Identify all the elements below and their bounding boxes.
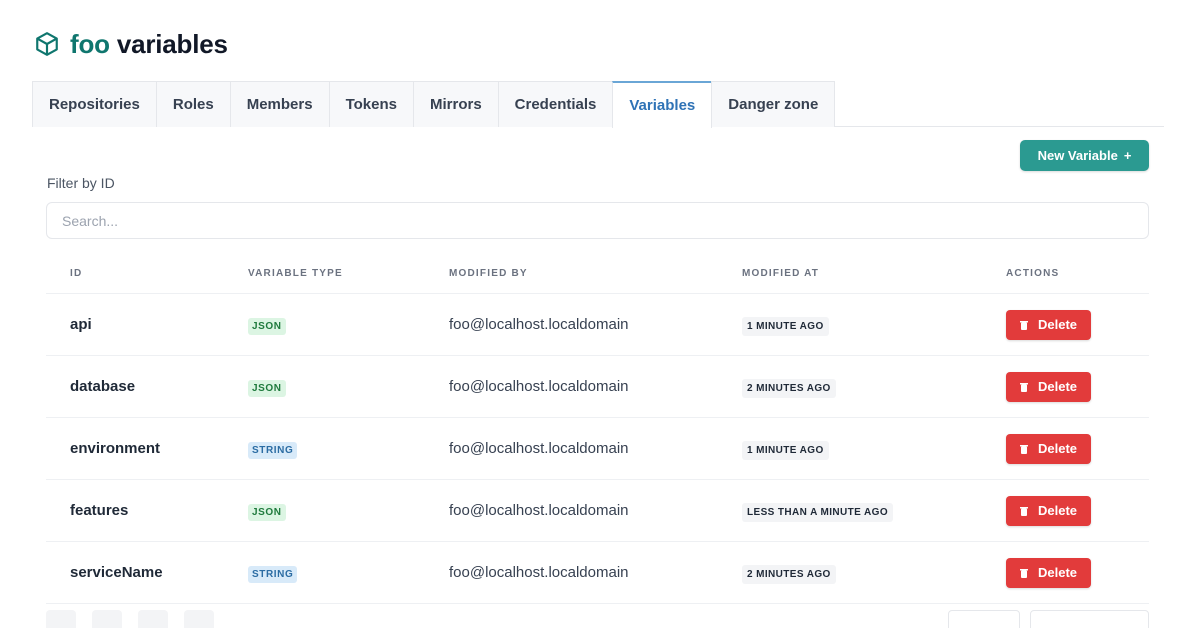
tab-repositories[interactable]: Repositories — [32, 81, 157, 127]
delete-button[interactable]: Delete — [1006, 433, 1091, 464]
page-title-text: variables — [116, 28, 228, 59]
type-badge: STRING — [248, 441, 298, 459]
delete-button[interactable]: Delete — [1006, 557, 1091, 588]
delete-label: Delete — [1037, 503, 1078, 518]
delete-label: Delete — [1037, 317, 1078, 332]
filter-label: Filter by ID — [47, 175, 115, 191]
modified-by: foo@localhost.localdomain — [449, 564, 629, 581]
variables-table: ID VARIABLE TYPE MODIFIED BY MODIFIED AT… — [46, 254, 1149, 604]
variable-id[interactable]: environment — [70, 440, 160, 457]
next-page-button[interactable] — [138, 610, 168, 628]
trash-icon — [1019, 320, 1028, 330]
trash-icon — [1019, 568, 1028, 578]
new-variable-button[interactable]: New Variable + — [1020, 140, 1149, 171]
show-button[interactable] — [1030, 610, 1149, 628]
variable-id[interactable]: database — [70, 378, 135, 395]
modified-at-badge: 2 MINUTES AGO — [742, 378, 836, 398]
table-row: environment STRING foo@localhost.localdo… — [46, 418, 1149, 480]
tab-credentials[interactable]: Credentials — [497, 81, 614, 127]
page-title: foo variables — [70, 29, 228, 60]
modified-at-badge: LESS THAN A MINUTE AGO — [742, 502, 894, 522]
prev-page-button[interactable] — [92, 610, 122, 628]
delete-button[interactable]: Delete — [1006, 309, 1091, 340]
column-header-type[interactable]: VARIABLE TYPE — [248, 268, 343, 279]
page-size-select[interactable] — [948, 610, 1020, 628]
delete-button[interactable]: Delete — [1006, 495, 1091, 526]
table-row: database JSON foo@localhost.localdomain … — [46, 356, 1149, 418]
trash-icon — [1019, 506, 1028, 516]
table-row: serviceName STRING foo@localhost.localdo… — [46, 542, 1149, 604]
table-header: ID VARIABLE TYPE MODIFIED BY MODIFIED AT… — [46, 254, 1149, 294]
search-input[interactable] — [46, 202, 1149, 239]
org-name[interactable]: foo — [70, 29, 110, 59]
column-header-id[interactable]: ID — [70, 268, 82, 279]
variable-id[interactable]: features — [70, 502, 128, 519]
modified-by: foo@localhost.localdomain — [449, 378, 629, 395]
variable-id[interactable]: serviceName — [70, 564, 163, 581]
type-badge: JSON — [248, 503, 286, 521]
variable-id[interactable]: api — [70, 316, 92, 333]
type-badge: JSON — [248, 379, 286, 397]
type-badge: JSON — [248, 317, 286, 335]
column-header-modified-at[interactable]: MODIFIED AT — [742, 268, 819, 279]
table-row: features JSON foo@localhost.localdomain … — [46, 480, 1149, 542]
tab-roles[interactable]: Roles — [155, 81, 231, 127]
modified-by: foo@localhost.localdomain — [449, 440, 629, 457]
type-badge: STRING — [248, 565, 298, 583]
delete-label: Delete — [1037, 565, 1078, 580]
plus-icon: + — [1123, 148, 1132, 163]
table-row: api JSON foo@localhost.localdomain 1 MIN… — [46, 294, 1149, 356]
trash-icon — [1019, 444, 1028, 454]
delete-button[interactable]: Delete — [1006, 371, 1091, 402]
cube-icon — [36, 32, 58, 56]
tab-members[interactable]: Members — [229, 81, 330, 127]
tab-variables[interactable]: Variables — [612, 81, 713, 128]
modified-at-badge: 2 MINUTES AGO — [742, 564, 836, 584]
pagination-footer — [46, 610, 1149, 628]
tab-bar: Repositories Roles Members Tokens Mirror… — [32, 81, 1164, 128]
last-page-button[interactable] — [184, 610, 214, 628]
page-header: foo variables — [34, 26, 228, 62]
modified-by: foo@localhost.localdomain — [449, 502, 629, 519]
modified-at-badge: 1 MINUTE AGO — [742, 440, 829, 460]
trash-icon — [1019, 382, 1028, 392]
delete-label: Delete — [1037, 441, 1078, 456]
tab-danger-zone[interactable]: Danger zone — [711, 81, 836, 127]
column-header-actions: ACTIONS — [1006, 268, 1060, 279]
delete-label: Delete — [1037, 379, 1078, 394]
column-header-modified-by[interactable]: MODIFIED BY — [449, 268, 528, 279]
new-variable-label: New Variable — [1037, 148, 1118, 163]
modified-at-badge: 1 MINUTE AGO — [742, 316, 829, 336]
tab-mirrors[interactable]: Mirrors — [412, 81, 499, 127]
first-page-button[interactable] — [46, 610, 76, 628]
tab-tokens[interactable]: Tokens — [328, 81, 414, 127]
modified-by: foo@localhost.localdomain — [449, 316, 629, 333]
